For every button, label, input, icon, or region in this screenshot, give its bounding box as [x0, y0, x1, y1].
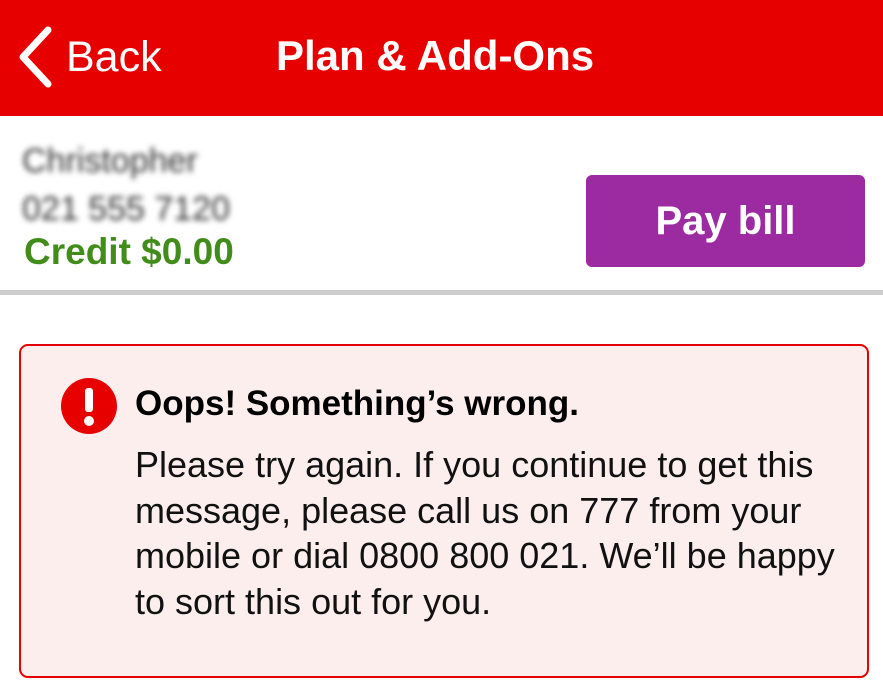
account-summary: Christopher 021 555 7120 Credit $0.00 Pa…: [0, 116, 883, 290]
chevron-left-icon: [19, 26, 52, 88]
back-label: Back: [66, 32, 162, 81]
navigation-bar: Back Plan & Add-Ons: [0, 0, 883, 116]
error-message: Please try again. If you continue to get…: [135, 444, 835, 622]
pay-bill-button[interactable]: Pay bill: [586, 175, 865, 267]
exclamation-circle-icon: [61, 378, 117, 434]
back-button[interactable]: Back: [18, 22, 162, 92]
error-heading: Oops! Something’s wrong.: [135, 384, 579, 423]
page-title: Plan & Add-Ons: [276, 32, 595, 79]
account-name: Christopher: [22, 142, 198, 180]
divider: [0, 290, 883, 295]
account-number: 021 555 7120: [22, 190, 230, 228]
plan-addons-screen: Back Plan & Add-Ons Christopher 021 555 …: [0, 0, 883, 691]
error-alert: Oops! Something’s wrong. Please try agai…: [19, 344, 869, 678]
credit-balance: Credit $0.00: [24, 231, 234, 272]
